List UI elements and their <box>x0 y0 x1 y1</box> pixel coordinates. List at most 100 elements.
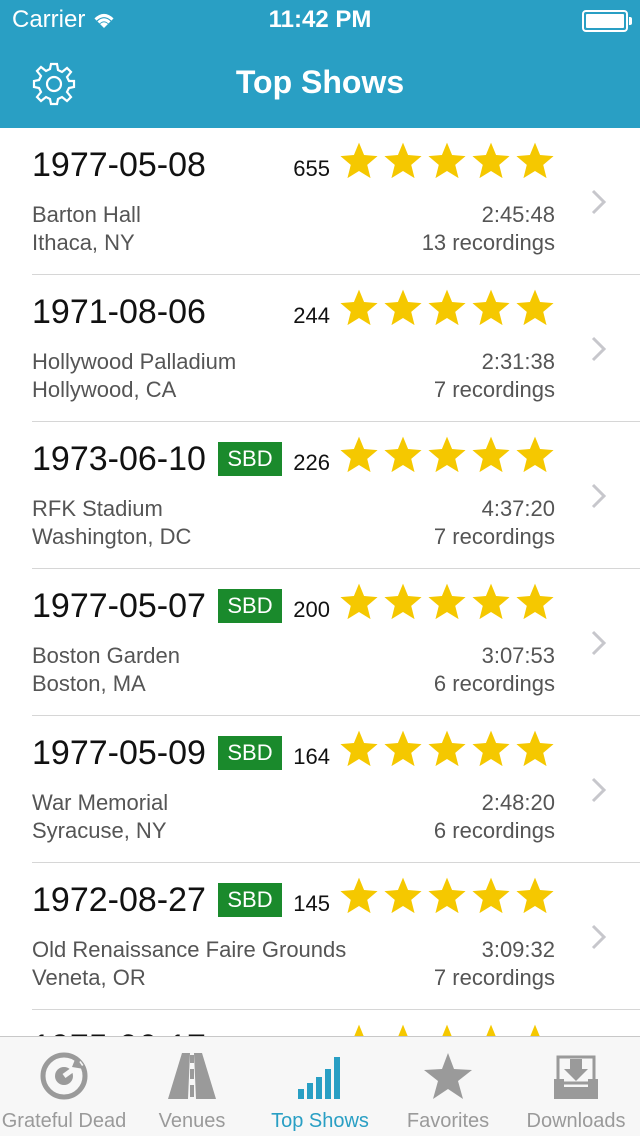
review-count: 200 <box>293 597 330 622</box>
venue-city: Syracuse, NY <box>32 818 167 843</box>
rating-star-icon <box>516 436 554 473</box>
rating-star-icon <box>398 1024 408 1036</box>
tab-icon-wrap <box>292 1051 348 1101</box>
status-bar: Carrier 11:42 PM <box>0 0 640 40</box>
rating-star-icon <box>384 583 422 620</box>
sbd-badge: SBD <box>218 442 282 476</box>
show-list[interactable]: 1977-05-08 655 Barton Hall Ithaca, NY 2:45:4… <box>0 128 640 1036</box>
tab-icon-wrap <box>164 1051 220 1101</box>
rating-star-icon <box>472 583 510 620</box>
rating-star-icon <box>472 436 510 473</box>
tab-top-shows[interactable]: Top Shows <box>256 1037 384 1136</box>
venue-city: Washington, DC <box>32 524 192 549</box>
show-date: 1975-06-17 <box>32 1028 206 1036</box>
tab-icon-wrap <box>36 1051 92 1101</box>
show-row[interactable]: 1975-06-17 <box>0 1010 640 1036</box>
show-duration: 3:09:32 <box>481 937 555 962</box>
review-count: 145 <box>293 891 330 916</box>
show-date: 1973-06-10 <box>32 440 206 478</box>
rating-star-icon <box>384 142 422 179</box>
rating-star-icon <box>516 877 554 914</box>
show-row[interactable]: 1971-08-06 244 Hollywood Palladium Hollywoo… <box>0 275 640 422</box>
show-date: 1971-08-06 <box>32 293 206 331</box>
recordings-count: 7 recordings <box>433 965 555 990</box>
tab-label: Top Shows <box>271 1110 369 1132</box>
sbd-badge: SBD <box>218 589 282 623</box>
star-rating <box>338 140 556 182</box>
rating-star-icon <box>384 289 422 326</box>
bar-chart-icon <box>298 1057 340 1099</box>
star-icon <box>424 1053 472 1099</box>
rating-star-icon <box>472 730 510 767</box>
recordings-count: 6 recordings <box>433 671 555 696</box>
show-duration: 2:48:20 <box>481 790 555 815</box>
rating-star-icon <box>428 142 466 179</box>
venue-name: Hollywood Palladium <box>32 349 237 374</box>
show-row[interactable]: 1977-05-07 SBD 200 Boston Garden Boston, MA 3… <box>0 569 640 716</box>
show-date: 1977-05-08 <box>32 146 206 184</box>
venue-name: Old Renaissance Faire Grounds <box>32 937 347 962</box>
tab-downloads[interactable]: Downloads <box>512 1037 640 1136</box>
chevron-right-icon <box>591 483 607 509</box>
rating-star-icon <box>340 730 378 767</box>
rating-star-icon <box>428 436 466 473</box>
review-count: 244 <box>293 303 330 328</box>
show-duration: 2:31:38 <box>481 349 555 374</box>
rating-star-icon <box>340 142 378 179</box>
tab-bar: Grateful Dead Venues Top Shows Favorites … <box>0 1036 640 1136</box>
rating-star-icon <box>354 1024 364 1036</box>
venue-city: Veneta, OR <box>32 965 146 990</box>
sbd-badge: SBD <box>218 736 282 770</box>
download-tray-icon <box>554 1055 598 1099</box>
venue-name: Boston Garden <box>32 643 180 668</box>
review-count: 226 <box>293 450 330 475</box>
rating-star-icon <box>516 583 554 620</box>
tab-grateful-dead[interactable]: Grateful Dead <box>0 1037 128 1136</box>
rating-star-icon <box>384 877 422 914</box>
review-count: 655 <box>293 156 330 181</box>
rating-star-icon <box>340 877 378 914</box>
rating-star-icon <box>428 730 466 767</box>
venue-name: War Memorial <box>32 790 169 815</box>
tab-favorites[interactable]: Favorites <box>384 1037 512 1136</box>
show-row[interactable]: 1977-05-08 655 Barton Hall Ithaca, NY 2:45:4… <box>0 128 640 275</box>
chevron-right-icon <box>591 777 607 803</box>
sbd-badge: SBD <box>218 883 282 917</box>
show-duration: 2:45:48 <box>481 202 555 227</box>
star-rating <box>338 581 556 623</box>
tab-icon-wrap <box>548 1051 604 1101</box>
show-date: 1977-05-07 <box>32 587 206 625</box>
rating-star-icon <box>516 142 554 179</box>
app-screen: Carrier 11:42 PM Top Shows 1977-05-08 655… <box>0 0 640 1136</box>
venue-name: Barton Hall <box>32 202 141 227</box>
tab-label: Grateful Dead <box>1 1110 127 1132</box>
show-row[interactable]: 1973-06-10 SBD 226 RFK Stadium Washington, D… <box>0 422 640 569</box>
chevron-right-icon <box>591 630 607 656</box>
tab-label: Venues <box>158 1110 226 1132</box>
rating-star-icon <box>384 436 422 473</box>
show-row[interactable]: 1972-08-27 SBD 145 Old Renaissance Faire Gr… <box>0 863 640 1010</box>
show-row[interactable]: 1977-05-09 SBD 164 War Memorial Syracuse, NY… <box>0 716 640 863</box>
rating-star-icon <box>428 877 466 914</box>
recordings-count: 7 recordings <box>433 524 555 549</box>
show-duration: 3:07:53 <box>481 643 555 668</box>
rating-star-icon <box>442 1024 452 1036</box>
chevron-right-icon <box>591 189 607 215</box>
chevron-right-icon <box>591 924 607 950</box>
show-duration: 4:37:20 <box>481 496 555 521</box>
tab-label: Favorites <box>406 1110 490 1132</box>
rating-star-icon <box>530 1024 540 1036</box>
road-icon <box>168 1053 216 1099</box>
venue-city: Boston, MA <box>32 671 146 696</box>
star-rating <box>338 287 556 329</box>
rating-star-icon <box>340 583 378 620</box>
rating-star-icon <box>516 730 554 767</box>
rating-star-icon <box>340 436 378 473</box>
tab-venues[interactable]: Venues <box>128 1037 256 1136</box>
rating-star-icon <box>384 730 422 767</box>
rating-star-icon <box>486 1024 496 1036</box>
tab-icon-wrap <box>420 1051 476 1101</box>
star-rating <box>338 434 556 476</box>
star-rating <box>338 728 556 770</box>
review-count: 164 <box>293 744 330 769</box>
